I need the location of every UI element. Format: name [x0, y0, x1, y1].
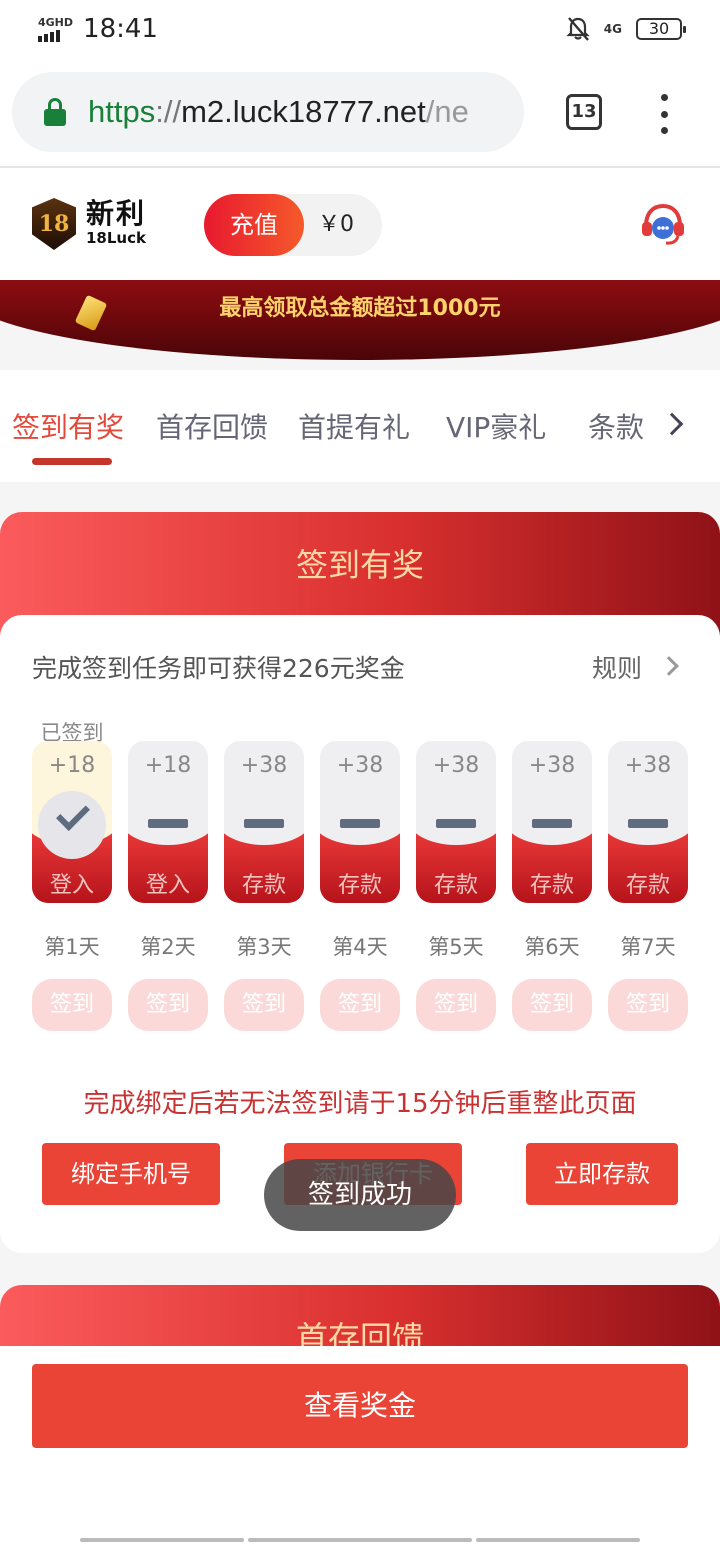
sign-in-button[interactable]: 签到 — [416, 979, 496, 1031]
sign-in-button[interactable]: 签到 — [224, 979, 304, 1031]
day-label: 第1天 — [44, 935, 100, 959]
day-label: 第3天 — [236, 935, 292, 959]
gesture-bar — [80, 1538, 244, 1542]
bind-warning: 完成绑定后若无法签到请于15分钟后重整此页面 — [83, 1089, 637, 1119]
day-card: +38 存款 — [320, 741, 400, 903]
pending-dash-icon — [244, 819, 284, 828]
pending-dash-icon — [148, 819, 188, 828]
status-time: 18:41 — [83, 14, 158, 44]
day-amount: +38 — [240, 753, 288, 778]
day-amount: +38 — [432, 753, 480, 778]
day-card: +38 存款 — [224, 741, 304, 903]
sign-in-button[interactable]: 签到 — [512, 979, 592, 1031]
sign-in-button[interactable]: 签到 — [608, 979, 688, 1031]
balance: ￥0 — [318, 212, 354, 237]
chevron-right-icon[interactable] — [659, 656, 679, 676]
view-bonus-button[interactable]: 查看奖金 — [32, 1364, 688, 1448]
tab-checkin[interactable]: 签到有奖 — [12, 406, 124, 446]
status-bar: 4GHD 18:41 4G 30 — [0, 0, 720, 58]
day-amount: +38 — [336, 753, 384, 778]
day-amount: +38 — [624, 753, 672, 778]
day-action: 存款 — [433, 873, 478, 898]
day-label: 第2天 — [140, 935, 196, 959]
day-amount: +18 — [48, 753, 96, 778]
tab-switcher-button[interactable]: 13 — [566, 94, 602, 130]
bind-phone-button[interactable]: 绑定手机号 — [42, 1143, 220, 1205]
task-description: 完成签到任务即可获得226元奖金 — [32, 654, 405, 683]
logo-chinese: 新利 — [86, 197, 147, 230]
tab-first-withdraw[interactable]: 首提有礼 — [298, 406, 410, 446]
wallet: 充值 ￥0 — [204, 194, 382, 256]
tab-first-deposit[interactable]: 首存回馈 — [156, 406, 268, 446]
signal-icon — [38, 29, 60, 42]
customer-service-icon[interactable] — [640, 202, 686, 246]
checkin-title: 签到有奖 — [295, 546, 424, 584]
mobile-data-indicator: 4G — [603, 22, 622, 36]
battery-icon: 30 — [636, 18, 686, 40]
promo-tabs: 签到有奖 首存回馈 首提有礼 VIP豪礼 条款 — [0, 370, 720, 482]
day-label: 第7天 — [620, 935, 676, 959]
day-card: +38 存款 — [416, 741, 496, 903]
banner-text: 最高领取总金额超过1000元 — [219, 296, 501, 321]
url-separator: :// — [155, 94, 182, 129]
tab-terms[interactable]: 条款 — [588, 406, 644, 446]
lock-icon — [44, 98, 66, 126]
day-label: 第4天 — [332, 935, 388, 959]
logo-badge-text: 18 — [38, 211, 70, 237]
network-indicator: 4GHD — [38, 17, 73, 42]
checkin-card: 完成签到任务即可获得226元奖金 规则 已签到 +18 登入 +18 登入 +3… — [0, 615, 720, 1253]
promo-banner: 最高领取总金额超过1000元 — [0, 280, 720, 370]
day-amount: +18 — [144, 753, 192, 778]
pending-dash-icon — [436, 819, 476, 828]
deposit-now-button[interactable]: 立即存款 — [526, 1143, 678, 1205]
chevron-right-icon[interactable] — [660, 412, 684, 436]
day-action: 存款 — [337, 873, 382, 898]
site-header: 18 新利 18Luck 充值 ￥0 — [0, 168, 720, 280]
address-bar[interactable]: https://m2.luck18777.net/ne — [12, 72, 524, 152]
network-type: 4GHD — [38, 15, 74, 29]
toast-message: 签到成功 — [264, 1159, 456, 1231]
day-action: 存款 — [241, 873, 286, 898]
browser-toolbar: https://m2.luck18777.net/ne 13 — [0, 58, 720, 168]
day-card: +18 登入 — [128, 741, 208, 903]
rules-link[interactable]: 规则 — [592, 649, 642, 685]
pending-dash-icon — [532, 819, 572, 828]
day-action: 存款 — [625, 873, 670, 898]
recharge-button[interactable]: 充值 — [204, 194, 304, 256]
url-host: m2.luck18777.net — [181, 94, 426, 129]
day-card: +18 登入 — [32, 741, 112, 903]
logo-badge-icon[interactable]: 18 — [32, 198, 76, 250]
url-scheme: https — [88, 94, 156, 129]
pending-dash-icon — [340, 819, 380, 828]
sign-in-button[interactable]: 签到 — [320, 979, 400, 1031]
url-path: /ne — [425, 94, 469, 129]
day-action: 登入 — [49, 873, 94, 898]
more-menu-icon[interactable] — [652, 94, 676, 134]
day-action: 登入 — [145, 873, 190, 898]
day-label: 第5天 — [428, 935, 484, 959]
day-card: +38 存款 — [512, 741, 592, 903]
day-amount: +38 — [528, 753, 576, 778]
sign-in-button[interactable]: 签到 — [128, 979, 208, 1031]
day-action: 存款 — [529, 873, 574, 898]
gesture-bar — [248, 1538, 472, 1542]
logo[interactable]: 新利 18Luck — [86, 197, 147, 247]
active-tab-indicator — [32, 458, 112, 465]
url-text[interactable]: https://m2.luck18777.net/ne — [88, 94, 469, 130]
logo-english: 18Luck — [86, 229, 146, 247]
sign-in-button[interactable]: 签到 — [32, 979, 112, 1031]
day-label: 第6天 — [524, 935, 580, 959]
pending-dash-icon — [628, 819, 668, 828]
day-card: +38 存款 — [608, 741, 688, 903]
check-icon — [38, 791, 106, 859]
bottom-action-bar: 查看奖金 — [0, 1346, 720, 1544]
gesture-bar — [476, 1538, 640, 1542]
tab-vip[interactable]: VIP豪礼 — [446, 406, 546, 446]
mute-notification-icon — [566, 17, 590, 41]
